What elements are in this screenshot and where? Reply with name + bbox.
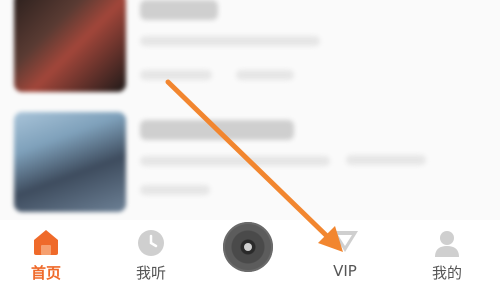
tab-home[interactable]: 首页 — [6, 220, 86, 298]
home-icon — [31, 228, 61, 260]
item-title-blurred — [140, 120, 294, 140]
clock-icon — [136, 228, 166, 262]
tab-listen-label: 我听 — [135, 264, 166, 282]
item-meta-blurred — [346, 155, 426, 165]
tab-listen[interactable]: 我听 — [111, 220, 191, 298]
tab-mine-label: 我的 — [431, 264, 462, 282]
tab-vip-label: VIP — [333, 262, 357, 280]
content-list — [0, 0, 500, 220]
item-subtitle-blurred — [140, 156, 330, 166]
vip-icon — [330, 228, 360, 258]
tab-home-label: 首页 — [30, 264, 61, 282]
item-meta-blurred — [140, 185, 210, 195]
bottom-tab-bar: 首页 我听 VIP 我的 — [0, 220, 500, 298]
play-disc-icon — [223, 222, 273, 272]
item-thumbnail[interactable] — [14, 112, 126, 212]
tab-mine[interactable]: 我的 — [407, 220, 487, 298]
list-item[interactable] — [0, 0, 500, 212]
tab-vip[interactable]: VIP — [305, 220, 385, 298]
tab-play[interactable] — [208, 220, 288, 298]
user-icon — [432, 228, 462, 262]
